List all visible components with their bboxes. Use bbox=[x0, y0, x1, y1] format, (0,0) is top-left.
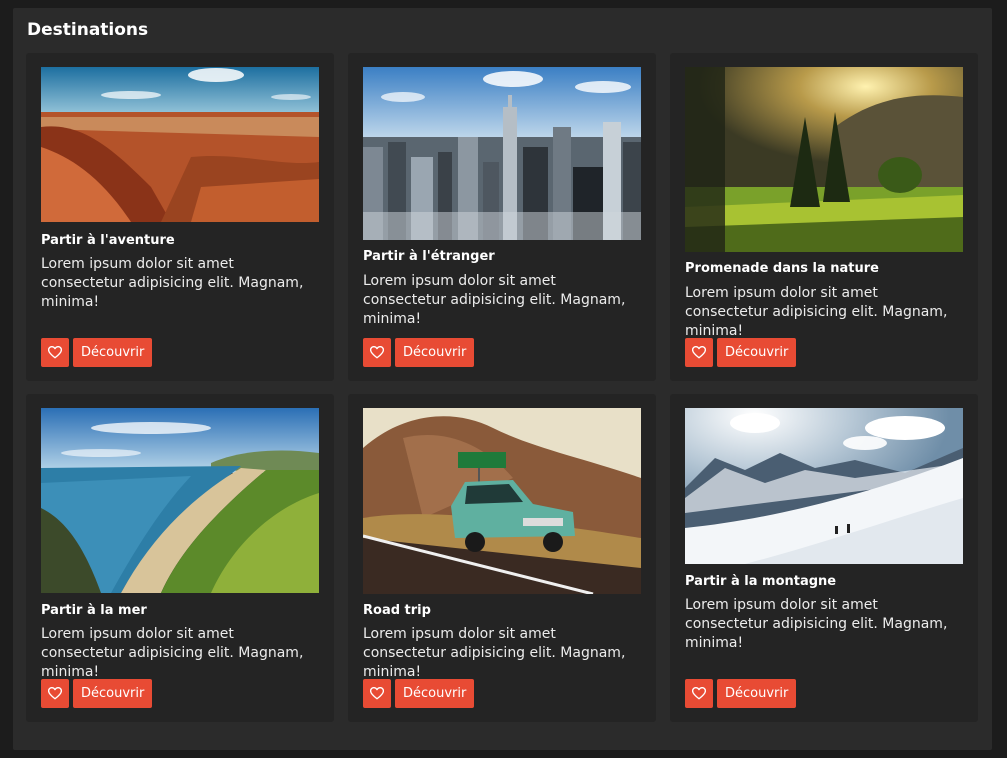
discover-button[interactable]: Découvrir bbox=[73, 679, 153, 708]
card-image bbox=[41, 67, 319, 222]
card-actions: Découvrir bbox=[363, 679, 475, 708]
favorite-button[interactable] bbox=[685, 679, 713, 708]
card-title: Partir à la montagne bbox=[685, 574, 837, 589]
heart-icon bbox=[692, 346, 706, 359]
favorite-button[interactable] bbox=[41, 338, 69, 367]
card-title: Partir à l'aventure bbox=[41, 233, 175, 248]
discover-button[interactable]: Découvrir bbox=[717, 338, 797, 367]
card-description: Lorem ipsum dolor sit amet consectetur a… bbox=[685, 597, 948, 651]
heart-icon bbox=[48, 687, 62, 700]
card-actions: Découvrir bbox=[363, 338, 475, 367]
destination-card-nature: Promenade dans la nature Lorem ipsum dol… bbox=[670, 53, 978, 381]
card-title: Partir à la mer bbox=[41, 603, 147, 618]
card-image bbox=[363, 67, 641, 240]
favorite-button[interactable] bbox=[363, 679, 391, 708]
favorite-button[interactable] bbox=[41, 679, 69, 708]
card-title: Partir à l'étranger bbox=[363, 249, 495, 264]
heart-icon bbox=[692, 687, 706, 700]
section-title: Destinations bbox=[27, 20, 149, 40]
card-description: Lorem ipsum dolor sit amet consectetur a… bbox=[685, 285, 948, 339]
favorite-button[interactable] bbox=[363, 338, 391, 367]
destination-card-sea: Partir à la mer Lorem ipsum dolor sit am… bbox=[26, 394, 334, 722]
destination-card-mountain: Partir à la montagne Lorem ipsum dolor s… bbox=[670, 394, 978, 722]
discover-button[interactable]: Découvrir bbox=[395, 679, 475, 708]
card-description: Lorem ipsum dolor sit amet consectetur a… bbox=[363, 626, 626, 680]
destination-card-adventure: Partir à l'aventure Lorem ipsum dolor si… bbox=[26, 53, 334, 381]
destinations-panel: Destinations Partir à l'aventure Lorem i… bbox=[13, 8, 992, 750]
card-actions: Découvrir bbox=[41, 338, 153, 367]
card-actions: Découvrir bbox=[685, 338, 797, 367]
destination-card-abroad: Partir à l'étranger Lorem ipsum dolor si… bbox=[348, 53, 656, 381]
card-image bbox=[363, 408, 641, 594]
discover-button[interactable]: Découvrir bbox=[395, 338, 475, 367]
card-image bbox=[685, 67, 963, 252]
card-description: Lorem ipsum dolor sit amet consectetur a… bbox=[41, 626, 304, 680]
card-title: Road trip bbox=[363, 603, 431, 618]
card-description: Lorem ipsum dolor sit amet consectetur a… bbox=[363, 273, 626, 327]
discover-button[interactable]: Découvrir bbox=[73, 338, 153, 367]
card-description: Lorem ipsum dolor sit amet consectetur a… bbox=[41, 256, 304, 310]
favorite-button[interactable] bbox=[685, 338, 713, 367]
heart-icon bbox=[370, 346, 384, 359]
discover-button[interactable]: Découvrir bbox=[717, 679, 797, 708]
card-image bbox=[685, 408, 963, 564]
heart-icon bbox=[48, 346, 62, 359]
card-actions: Découvrir bbox=[685, 679, 797, 708]
destination-card-road-trip: Road trip Lorem ipsum dolor sit amet con… bbox=[348, 394, 656, 722]
card-actions: Découvrir bbox=[41, 679, 153, 708]
card-title: Promenade dans la nature bbox=[685, 261, 879, 276]
card-image bbox=[41, 408, 319, 593]
heart-icon bbox=[370, 687, 384, 700]
